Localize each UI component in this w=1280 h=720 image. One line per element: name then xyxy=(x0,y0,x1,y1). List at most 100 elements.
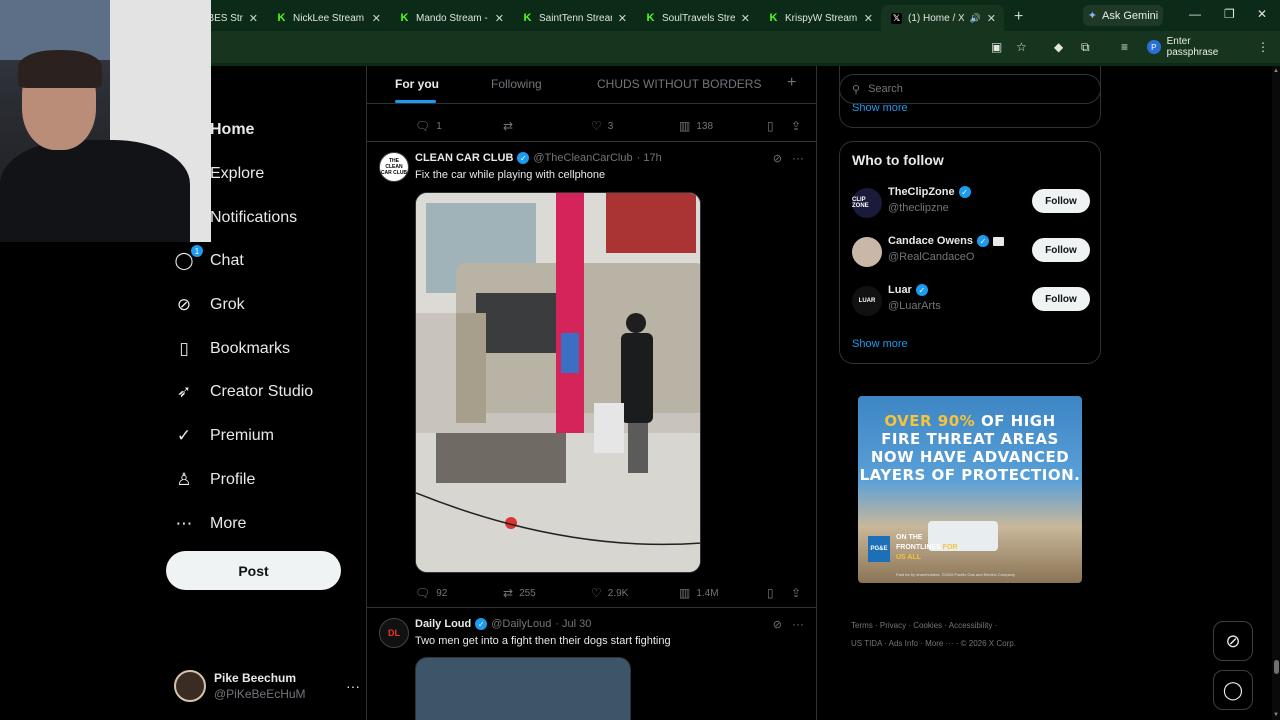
ask-gemini-button[interactable]: ✦ Ask Gemini xyxy=(1083,5,1163,26)
suggestion-name-row[interactable]: Luar ✓ xyxy=(888,284,928,296)
tweet-video[interactable] xyxy=(415,192,701,573)
follow-button[interactable]: Follow xyxy=(1032,238,1090,262)
reply-icon: 🗨 xyxy=(415,586,431,600)
grok-icon[interactable]: ⊘ xyxy=(773,152,782,165)
close-tab-icon[interactable]: ✕ xyxy=(741,12,750,25)
bookmark-button[interactable]: ▯ xyxy=(767,586,780,600)
follow-button[interactable]: Follow xyxy=(1032,189,1090,213)
more-icon[interactable]: ··· xyxy=(792,151,804,165)
tweet-clean-car-club[interactable]: THE CLEAN CAR CLUB CLEAN CAR CLUB ✓ @The… xyxy=(367,142,816,607)
author-handle[interactable]: @TheCleanCarClub xyxy=(533,152,632,164)
tweet-time[interactable]: · Jul 30 xyxy=(555,618,591,630)
close-tab-icon[interactable]: ✕ xyxy=(249,12,258,25)
footer-links-2[interactable]: US TIDA · Ads Info · More ··· · © 2026 X… xyxy=(851,639,1016,648)
account-menu-icon[interactable]: ··· xyxy=(346,678,360,694)
heart-icon: ♡ xyxy=(591,119,602,133)
browser-tab[interactable]: 𝕏 (1) Home / X 🔊 ✕ xyxy=(881,5,1004,31)
avatar[interactable] xyxy=(852,237,882,267)
tab-chuds-without-borders[interactable]: CHUDS WITHOUT BORDERS xyxy=(597,77,761,91)
browser-tab[interactable]: K KrispyW Stream - ✕ xyxy=(758,5,881,31)
close-tab-icon[interactable]: ✕ xyxy=(372,12,381,25)
pge-ad-banner[interactable]: OVER 90% OF HIGH FIRE THREAT AREAS NOW H… xyxy=(858,396,1082,583)
reply-button[interactable]: 🗨 1 xyxy=(415,119,442,133)
scroll-up-icon[interactable]: ▲ xyxy=(1273,68,1279,74)
avatar[interactable]: DL xyxy=(379,618,409,648)
post-button[interactable]: Post xyxy=(166,551,341,590)
suggestion-name-row[interactable]: TheClipZone ✓ xyxy=(888,186,971,198)
browser-tab[interactable]: K NickLee Stream - ✕ xyxy=(266,5,389,31)
bookmark-button[interactable]: ▯ xyxy=(767,119,780,133)
passphrase-button[interactable]: P Enter passphrase xyxy=(1147,36,1243,58)
nav-item-creator-studio[interactable]: ➶ Creator Studio xyxy=(174,376,313,408)
star-icon[interactable]: ☆ xyxy=(1016,40,1027,54)
who-to-follow-title: Who to follow xyxy=(852,152,944,168)
close-tab-icon[interactable]: ✕ xyxy=(495,12,504,25)
follow-suggestion[interactable]: LUAR Luar ✓ @LuarArts Follow xyxy=(852,284,1090,320)
author-name[interactable]: Daily Loud xyxy=(415,618,471,630)
share-button[interactable]: ⇪ xyxy=(791,586,807,600)
author-name[interactable]: CLEAN CAR CLUB xyxy=(415,152,513,164)
like-button[interactable]: ♡ 3 xyxy=(591,119,613,133)
follow-suggestion[interactable]: Candace Owens ✓ @RealCandaceO Follow xyxy=(852,235,1090,271)
more-icon[interactable]: ··· xyxy=(792,617,804,631)
close-tab-icon[interactable]: ✕ xyxy=(618,12,627,25)
reply-count: 1 xyxy=(436,120,442,132)
tab-following[interactable]: Following xyxy=(491,77,542,91)
kebab-menu-icon[interactable]: ⋮ xyxy=(1257,40,1269,54)
footer-links-1[interactable]: Terms · Privacy · Cookies · Accessibilit… xyxy=(851,621,997,630)
follow-suggestion[interactable]: CLIP ZONE TheClipZone ✓ @theclipzne Follow xyxy=(852,186,1090,222)
verified-icon: ✓ xyxy=(517,152,530,164)
repost-button[interactable]: ⇄ 255 xyxy=(503,586,536,600)
close-tab-icon[interactable]: ✕ xyxy=(864,12,873,25)
browser-tab[interactable]: K SoulTravels Strea ✕ xyxy=(635,5,758,31)
new-tab-button[interactable]: + xyxy=(1014,8,1023,26)
avatar[interactable]: CLIP ZONE xyxy=(852,188,882,218)
bookmark-icon: ▯ xyxy=(767,586,774,600)
nav-item-grok[interactable]: ⊘ Grok xyxy=(174,289,245,321)
speaker-icon[interactable]: 🔊 xyxy=(970,13,981,24)
install-icon[interactable]: ▣ xyxy=(991,40,1002,54)
scroll-down-icon[interactable]: ▼ xyxy=(1273,712,1279,718)
like-button[interactable]: ♡ 2.9K xyxy=(591,586,628,600)
close-tab-icon[interactable]: ✕ xyxy=(987,12,996,25)
minimize-icon[interactable]: — xyxy=(1189,7,1201,21)
views-button[interactable]: ▥ 1.4M xyxy=(679,586,719,600)
grok-icon[interactable]: ⊘ xyxy=(773,618,782,631)
tab-for-you[interactable]: For you xyxy=(395,77,439,91)
author-handle[interactable]: @DailyLoud xyxy=(491,618,551,630)
nav-item-bookmarks[interactable]: ▯ Bookmarks xyxy=(174,333,290,365)
reply-button[interactable]: 🗨 92 xyxy=(415,586,447,600)
scrollbar-thumb[interactable] xyxy=(1274,660,1279,674)
add-list-tab-button[interactable]: + xyxy=(787,74,796,92)
avatar[interactable]: THE CLEAN CAR CLUB xyxy=(379,152,409,182)
repost-button[interactable]: ⇄ xyxy=(503,119,519,133)
grok-fab[interactable]: ⊘ xyxy=(1213,621,1253,661)
puzzle-icon[interactable]: ⧉ xyxy=(1081,40,1090,55)
tab-label: (1) Home / X xyxy=(908,12,964,24)
share-button[interactable]: ⇪ xyxy=(791,119,807,133)
tweet-time[interactable]: · 17h xyxy=(637,152,662,164)
restore-icon[interactable]: ❐ xyxy=(1224,7,1235,21)
media-icon[interactable]: ≡ xyxy=(1121,40,1128,54)
show-more-link[interactable]: Show more xyxy=(852,338,908,350)
avatar[interactable]: LUAR xyxy=(852,286,882,316)
account-switcher[interactable]: Pike Beechum @PiKeBeEcHuM ··· xyxy=(174,666,360,706)
scrollbar[interactable] xyxy=(1272,66,1280,720)
tweet-video[interactable] xyxy=(415,657,631,720)
browser-tab[interactable]: K Mando Stream - \ ✕ xyxy=(389,5,512,31)
tweet-daily-loud[interactable]: DL Daily Loud ✓ @DailyLoud · Jul 30 ⊘ ··… xyxy=(367,608,816,720)
nav-item-more[interactable]: ⋯ More xyxy=(174,508,247,540)
nav-item-chat[interactable]: ◯ 1 Chat xyxy=(174,245,244,277)
search-input[interactable]: ⚲ Search xyxy=(839,74,1101,104)
close-window-icon[interactable]: ✕ xyxy=(1257,7,1267,21)
nav-item-profile[interactable]: ♙ Profile xyxy=(174,464,255,496)
follow-button[interactable]: Follow xyxy=(1032,287,1090,311)
suggestion-name-row[interactable]: Candace Owens ✓ xyxy=(888,235,1004,247)
browser-tab[interactable]: K SaintTenn Stream ✕ xyxy=(512,5,635,31)
tweet-header: Daily Loud ✓ @DailyLoud · Jul 30 xyxy=(415,618,591,630)
nav-item-premium[interactable]: ✓ Premium xyxy=(174,420,274,452)
extension-diamond-icon[interactable]: ◆ xyxy=(1054,40,1063,54)
chat-fab[interactable]: ◯ xyxy=(1213,670,1253,710)
views-button[interactable]: ▥ 138 xyxy=(679,119,713,133)
nav-item-label: Notifications xyxy=(210,209,298,226)
